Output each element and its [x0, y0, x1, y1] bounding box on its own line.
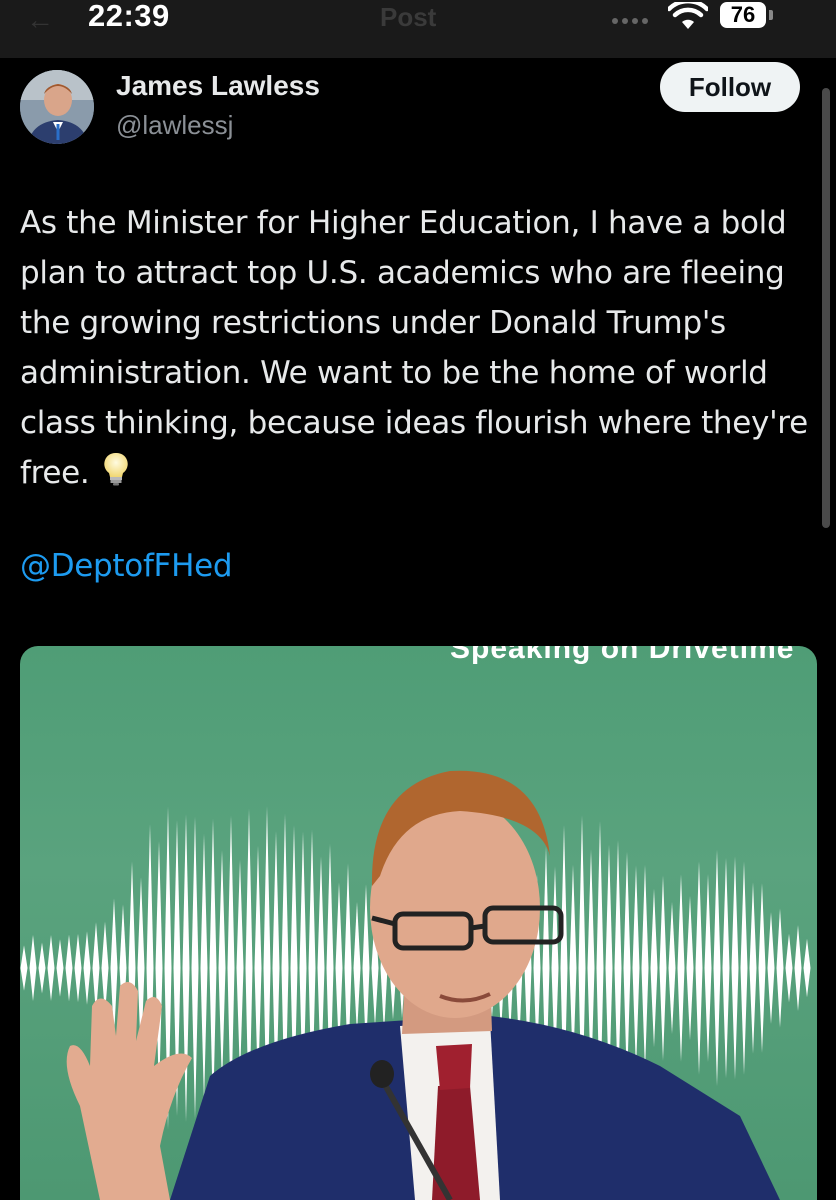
waveform-spike: [785, 933, 793, 1003]
waveform-spike: [794, 925, 802, 1011]
waveform-spike: [659, 875, 667, 1061]
waveform-spike: [29, 934, 37, 1002]
waveform-spike: [641, 864, 649, 1072]
avatar-image: [20, 70, 94, 144]
media-image[interactable]: Speaking on Drivetime: [20, 646, 817, 1200]
waveform-spike: [191, 816, 199, 1120]
waveform-spike: [668, 902, 676, 1034]
follow-button[interactable]: Follow: [660, 62, 800, 112]
waveform-spike: [758, 883, 766, 1053]
header-title: Post: [380, 2, 437, 32]
waveform-spike: [650, 888, 658, 1048]
waveform-spike: [218, 849, 226, 1087]
waveform-spike: [236, 859, 244, 1077]
tweet-text: As the Minister for Higher Education, I …: [20, 198, 820, 502]
avatar[interactable]: [20, 70, 94, 144]
audio-waveform-graphic: [20, 770, 811, 1200]
author-handle[interactable]: @lawlessj: [116, 110, 233, 141]
waveform-spike: [722, 857, 730, 1079]
waveform-spike: [632, 865, 640, 1071]
tweet-body-text: As the Minister for Higher Education, I …: [20, 205, 808, 491]
waveform-spike: [776, 908, 784, 1028]
battery-indicator: 76: [720, 2, 766, 28]
battery-tip: [769, 10, 773, 20]
waveform-spike: [749, 882, 757, 1054]
mention-link[interactable]: @DeptofFHed: [20, 548, 233, 584]
scrollbar[interactable]: [822, 88, 830, 528]
waveform-spike: [767, 912, 775, 1024]
waveform-spike: [182, 814, 190, 1122]
waveform-spike: [20, 945, 28, 991]
waveform-spike: [623, 851, 631, 1085]
waveform-spike: [56, 939, 64, 997]
waveform-spike: [713, 849, 721, 1087]
waveform-spike: [731, 856, 739, 1080]
status-bar: ← Post 22:39 76: [0, 0, 836, 58]
back-arrow-icon[interactable]: ←: [26, 4, 54, 36]
wifi-icon: [668, 2, 708, 29]
waveform-spike: [740, 861, 748, 1075]
author-name[interactable]: James Lawless: [116, 70, 320, 102]
waveform-spike: [704, 873, 712, 1063]
waveform-spike: [686, 895, 694, 1041]
waveform-spike: [47, 935, 55, 1001]
waveform-spike: [353, 901, 361, 1035]
waveform-spike: [200, 833, 208, 1103]
cellular-signal-icon: [612, 18, 648, 24]
waveform-spike: [803, 938, 811, 998]
waveform-spike: [155, 841, 163, 1095]
waveform-spike: [74, 933, 82, 1003]
waveform-spike: [83, 931, 91, 1005]
clock: 22:39: [88, 0, 170, 33]
waveform-spike: [695, 861, 703, 1075]
waveform-spike: [677, 874, 685, 1062]
waveform-spike: [65, 934, 73, 1002]
waveform-spike: [38, 942, 46, 994]
lightbulb-icon: [103, 451, 129, 502]
